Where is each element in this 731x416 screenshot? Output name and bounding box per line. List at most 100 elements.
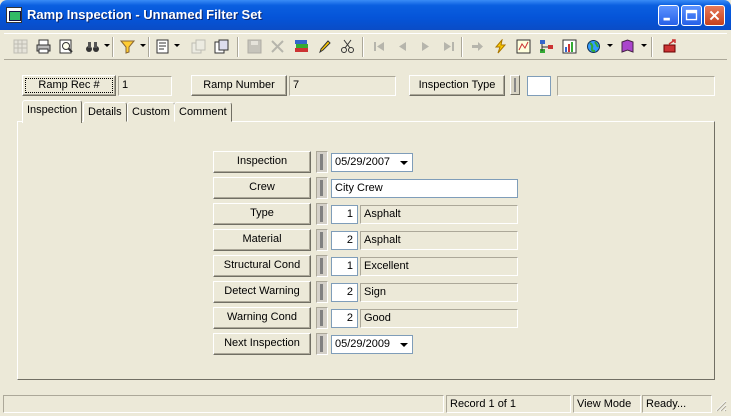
grid-button[interactable] bbox=[10, 36, 31, 57]
chevron-down-icon[interactable] bbox=[397, 155, 411, 170]
ramp-number-button[interactable]: Ramp Number bbox=[191, 75, 287, 96]
find-button[interactable] bbox=[82, 36, 103, 57]
filter-button[interactable] bbox=[117, 36, 138, 57]
previous-record-button[interactable] bbox=[392, 36, 413, 57]
scissors-icon bbox=[341, 39, 354, 53]
type-description: Asphalt bbox=[360, 205, 518, 224]
book-button[interactable] bbox=[617, 36, 638, 57]
app-icon bbox=[6, 7, 22, 23]
tab-comment[interactable]: Comment bbox=[174, 102, 232, 122]
tab-custom[interactable]: Custom bbox=[127, 102, 175, 122]
delete-icon bbox=[271, 40, 284, 53]
detect-warning-handle[interactable] bbox=[316, 281, 328, 303]
inspection-type-lookup-handle[interactable] bbox=[510, 75, 520, 95]
warning-cond-code-input[interactable]: 2 bbox=[331, 309, 358, 328]
lightning-icon bbox=[494, 39, 507, 54]
first-record-button[interactable] bbox=[369, 36, 390, 57]
next-record-button[interactable] bbox=[415, 36, 436, 57]
crew-input[interactable]: City Crew bbox=[331, 179, 518, 198]
minimize-button[interactable] bbox=[658, 5, 679, 26]
type-handle[interactable] bbox=[316, 203, 328, 225]
map-icon bbox=[516, 39, 531, 54]
cut-button[interactable] bbox=[337, 36, 358, 57]
next-inspection-handle[interactable] bbox=[316, 333, 328, 355]
detect-warning-button[interactable]: Detect Warning bbox=[213, 281, 311, 303]
ramp-number-value: 7 bbox=[289, 76, 396, 96]
paste-record-button[interactable] bbox=[211, 36, 232, 57]
print-preview-button[interactable] bbox=[56, 36, 77, 57]
report-button[interactable] bbox=[152, 36, 173, 57]
binoculars-icon bbox=[86, 42, 99, 52]
detect-warning-description: Sign bbox=[360, 283, 518, 302]
resize-grip-icon[interactable] bbox=[713, 398, 727, 412]
save-button[interactable] bbox=[244, 36, 265, 57]
goto-icon bbox=[472, 42, 483, 51]
exit-button[interactable] bbox=[660, 36, 681, 57]
previous-record-icon bbox=[399, 42, 406, 51]
detect-warning-code-input[interactable]: 2 bbox=[331, 283, 358, 302]
ramp-rec-button[interactable]: Ramp Rec # bbox=[22, 75, 116, 96]
inspection-date-button[interactable]: Inspection bbox=[213, 151, 311, 173]
chart-button[interactable] bbox=[559, 36, 580, 57]
toolbar-separator bbox=[148, 37, 150, 57]
books-button[interactable] bbox=[291, 36, 312, 57]
print-preview-icon bbox=[59, 39, 73, 54]
find-dropdown-arrow[interactable] bbox=[104, 44, 110, 47]
maximize-icon bbox=[685, 9, 698, 21]
material-button[interactable]: Material bbox=[213, 229, 311, 251]
map-button[interactable] bbox=[513, 36, 534, 57]
material-code-input[interactable]: 2 bbox=[331, 231, 358, 250]
copy-record-button[interactable] bbox=[188, 36, 209, 57]
inspection-type-description bbox=[557, 76, 715, 96]
inspection-date-value: 05/29/2007 bbox=[335, 156, 391, 168]
report-dropdown-arrow[interactable] bbox=[174, 44, 180, 47]
structural-cond-handle[interactable] bbox=[316, 255, 328, 277]
grid-icon bbox=[13, 39, 28, 54]
inspection-date-handle[interactable] bbox=[316, 151, 328, 173]
exit-icon bbox=[663, 39, 676, 53]
hierarchy-button[interactable] bbox=[536, 36, 557, 57]
next-record-icon bbox=[422, 42, 429, 51]
goto-button[interactable] bbox=[467, 36, 488, 57]
warning-cond-handle[interactable] bbox=[316, 307, 328, 329]
next-inspection-date-value: 05/29/2009 bbox=[335, 338, 391, 350]
delete-button[interactable] bbox=[267, 36, 288, 57]
crew-handle[interactable] bbox=[316, 177, 328, 199]
type-button[interactable]: Type bbox=[213, 203, 311, 225]
crew-button[interactable]: Crew bbox=[213, 177, 311, 199]
warning-cond-button[interactable]: Warning Cond bbox=[213, 307, 311, 329]
filter-dropdown-arrow[interactable] bbox=[140, 44, 146, 47]
globe-dropdown-arrow[interactable] bbox=[607, 44, 613, 47]
structural-cond-button[interactable]: Structural Cond bbox=[213, 255, 311, 277]
tab-details[interactable]: Details bbox=[83, 102, 127, 122]
inspection-type-button[interactable]: Inspection Type bbox=[409, 75, 505, 96]
save-icon bbox=[247, 39, 262, 54]
print-icon bbox=[36, 39, 51, 54]
structural-cond-code-input[interactable]: 1 bbox=[331, 257, 358, 276]
next-inspection-date-picker[interactable]: 05/29/2009 bbox=[331, 335, 413, 354]
copy-record-icon bbox=[191, 39, 206, 54]
next-inspection-button[interactable]: Next Inspection bbox=[213, 333, 311, 355]
tab-inspection[interactable]: Inspection bbox=[22, 100, 83, 123]
book-dropdown-arrow[interactable] bbox=[641, 44, 647, 47]
inspection-date-picker[interactable]: 05/29/2007 bbox=[331, 153, 413, 172]
status-record-count: Record 1 of 1 bbox=[446, 395, 571, 413]
close-button[interactable] bbox=[704, 5, 725, 26]
inspection-type-code[interactable] bbox=[527, 76, 551, 96]
chevron-down-icon[interactable] bbox=[397, 337, 411, 352]
title-bar[interactable]: Ramp Inspection - Unnamed Filter Set bbox=[0, 0, 731, 30]
material-handle[interactable] bbox=[316, 229, 328, 251]
pencil-icon bbox=[319, 40, 331, 54]
type-code-input[interactable]: 1 bbox=[331, 205, 358, 224]
status-state: Ready... bbox=[642, 395, 712, 413]
paste-record-icon bbox=[214, 39, 229, 54]
print-button[interactable] bbox=[33, 36, 54, 57]
report-icon bbox=[156, 39, 169, 54]
globe-button[interactable] bbox=[583, 36, 604, 57]
lightning-button[interactable] bbox=[490, 36, 511, 57]
edit-button[interactable] bbox=[314, 36, 335, 57]
filter-icon bbox=[120, 40, 135, 54]
last-record-button[interactable] bbox=[438, 36, 459, 57]
maximize-button[interactable] bbox=[681, 5, 702, 26]
toolbar bbox=[4, 33, 727, 60]
